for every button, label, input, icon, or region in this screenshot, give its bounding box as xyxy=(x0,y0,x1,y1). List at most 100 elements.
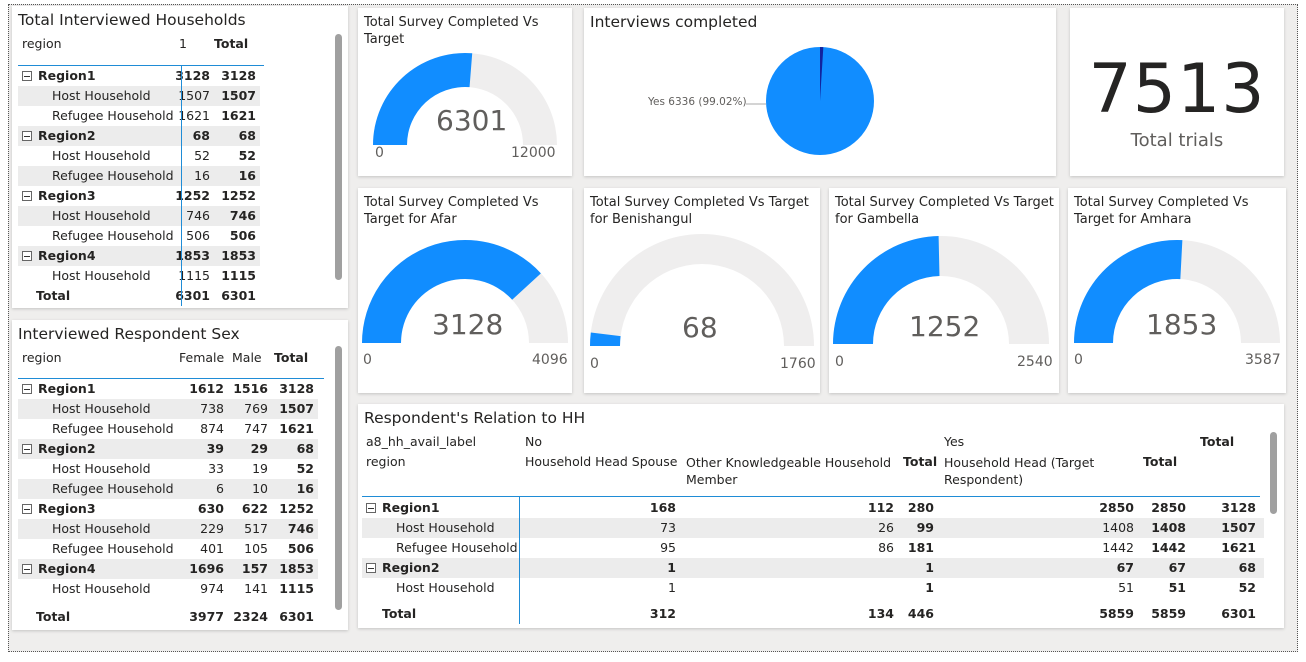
row-male: 29 xyxy=(250,441,268,456)
row-no-total: 99 xyxy=(916,520,934,535)
row-value: 1115 xyxy=(178,268,210,283)
sex-header-region: region xyxy=(22,350,62,365)
table-row[interactable]: Refugee Household 16 16 xyxy=(18,166,260,186)
households-scrollbar[interactable] xyxy=(335,34,342,280)
expand-icon[interactable] xyxy=(22,71,32,81)
gauge-amhara-value: 1853 xyxy=(1146,308,1218,341)
expand-icon[interactable] xyxy=(22,131,32,141)
row-male: 517 xyxy=(244,521,268,536)
sex-scrollbar[interactable] xyxy=(335,346,342,610)
sex-matrix[interactable]: Interviewed Respondent Sex region Female M… xyxy=(12,320,348,630)
table-row[interactable]: Host Household 1507 1507 xyxy=(18,86,260,106)
table-row[interactable]: Region1 168 112 280 2850 2850 3128 xyxy=(362,498,1264,518)
table-row[interactable]: Refugee Household 95 86 181 1442 1442 1621 xyxy=(362,538,1264,558)
table-row[interactable]: Refugee Household 401 105 506 xyxy=(18,539,318,559)
row-no-total: 280 xyxy=(907,500,934,515)
row-label-text: Region2 xyxy=(382,560,440,575)
table-row[interactable]: Region1 3128 3128 xyxy=(18,66,260,86)
row-yes-total: 67 xyxy=(1168,560,1186,575)
pie-card[interactable]: Interviews completed Yes 6336 (99.02%) xyxy=(584,8,1056,176)
table-row[interactable]: Region3 1252 1252 xyxy=(18,186,260,206)
table-row[interactable]: Host Household 73 26 99 1408 1408 1507 xyxy=(362,518,1264,538)
table-row[interactable]: Refugee Household 874 747 1621 xyxy=(18,419,318,439)
row-total: 16 xyxy=(238,168,256,183)
row-male: 622 xyxy=(241,501,268,516)
expand-icon[interactable] xyxy=(22,564,32,574)
total-trials-label: Total trials xyxy=(1130,130,1224,151)
row-head: 2850 xyxy=(1099,500,1134,515)
relation-header-grand-total: Total xyxy=(1200,434,1235,449)
row-spouse: 168 xyxy=(649,500,676,515)
row-other: 86 xyxy=(878,540,894,555)
relation-scrollbar[interactable] xyxy=(1270,432,1277,514)
table-row[interactable]: Region3 630 622 1252 xyxy=(18,499,318,519)
gauge-amhara-max: 3587 xyxy=(1245,352,1281,368)
table-row[interactable]: Host Household 33 19 52 xyxy=(18,459,318,479)
sex-header-male: Male xyxy=(232,350,262,365)
table-row[interactable]: Refugee Household 6 10 16 xyxy=(18,479,318,499)
row-label-text: Region4 xyxy=(38,561,96,576)
expand-icon[interactable] xyxy=(22,504,32,514)
row-female: 39 xyxy=(206,441,224,456)
households-matrix[interactable]: Total Interviewed Households region 1 Tota… xyxy=(12,6,348,308)
total-total: 6301 xyxy=(279,609,314,624)
table-row[interactable]: Host Household 746 746 xyxy=(18,206,260,226)
relation-header-other: Other Knowledgeable Household Member xyxy=(686,455,892,487)
row-female: 874 xyxy=(200,421,224,436)
row-label-text: Refugee Household xyxy=(52,228,174,243)
row-total: 3128 xyxy=(279,381,314,396)
table-row[interactable]: Host Household 974 141 1115 xyxy=(18,579,318,599)
table-row[interactable]: Host Household 52 52 xyxy=(18,146,260,166)
table-row[interactable]: Region1 1612 1516 3128 xyxy=(18,379,318,399)
row-spouse: 1 xyxy=(667,560,676,575)
row-total: 68 xyxy=(238,128,256,143)
total-trials-card[interactable]: 7513 Total trials xyxy=(1070,8,1284,176)
row-total: 1252 xyxy=(279,501,314,516)
table-row[interactable]: Host Household 738 769 1507 xyxy=(18,399,318,419)
expand-icon[interactable] xyxy=(366,503,376,513)
total-female: 3977 xyxy=(189,609,224,624)
gauge-afar-card[interactable]: Total Survey Completed Vs Target for Afa… xyxy=(358,188,572,393)
gauge-gambella-max: 2540 xyxy=(1017,354,1053,370)
table-row[interactable]: Host Household 229 517 746 xyxy=(18,519,318,539)
row-total: 52 xyxy=(238,148,256,163)
row-female: 738 xyxy=(200,401,224,416)
gauge-benishangul-value: 68 xyxy=(682,311,718,344)
expand-icon[interactable] xyxy=(22,251,32,261)
table-row[interactable]: Region4 1696 157 1853 xyxy=(18,559,318,579)
table-row[interactable]: Region4 1853 1853 xyxy=(18,246,260,266)
row-label-text: Refugee Household xyxy=(396,540,518,555)
expand-icon[interactable] xyxy=(22,191,32,201)
table-row[interactable]: Refugee Household 506 506 xyxy=(18,226,260,246)
relation-matrix[interactable]: Respondent's Relation to HH a8_hh_avail_… xyxy=(358,404,1284,628)
gauge-amhara-card[interactable]: Total Survey Completed Vs Target for Amh… xyxy=(1068,188,1286,393)
row-female: 630 xyxy=(197,501,224,516)
table-row[interactable]: Region2 68 68 xyxy=(18,126,260,146)
expand-icon[interactable] xyxy=(22,444,32,454)
row-label-text: Region4 xyxy=(38,248,96,263)
row-label: Region2 xyxy=(362,558,520,578)
row-total: 1621 xyxy=(1221,540,1256,555)
relation-header-head: Household Head (Target Respondent) xyxy=(944,455,1095,487)
row-other: 26 xyxy=(878,520,894,535)
row-total: 1252 xyxy=(221,188,256,203)
expand-icon[interactable] xyxy=(22,384,32,394)
table-row[interactable]: Host Household 1 1 51 51 52 xyxy=(362,578,1264,598)
gauge-gambella-card[interactable]: Total Survey Completed Vs Target for Gam… xyxy=(829,188,1059,393)
gauge-benishangul-card[interactable]: Total Survey Completed Vs Target for Ben… xyxy=(584,188,820,393)
table-row[interactable]: Region2 1 1 67 67 68 xyxy=(362,558,1264,578)
table-row[interactable]: Refugee Household 1621 1621 xyxy=(18,106,260,126)
row-head: 67 xyxy=(1116,560,1134,575)
gauge-main-card[interactable]: Total Survey Completed Vs Target 6301 0 … xyxy=(358,8,572,176)
row-label: Host Household xyxy=(18,266,168,286)
total-label: Total xyxy=(36,609,71,624)
gauge-gambella-value: 1252 xyxy=(909,310,981,343)
row-total: 52 xyxy=(296,461,314,476)
expand-icon[interactable] xyxy=(366,563,376,573)
relation-header-field: a8_hh_avail_label xyxy=(366,434,477,449)
row-male: 19 xyxy=(252,461,268,476)
households-header-region: region xyxy=(22,36,62,51)
table-row[interactable]: Region2 39 29 68 xyxy=(18,439,318,459)
row-female: 1612 xyxy=(189,381,224,396)
table-row[interactable]: Host Household 1115 1115 xyxy=(18,266,260,286)
